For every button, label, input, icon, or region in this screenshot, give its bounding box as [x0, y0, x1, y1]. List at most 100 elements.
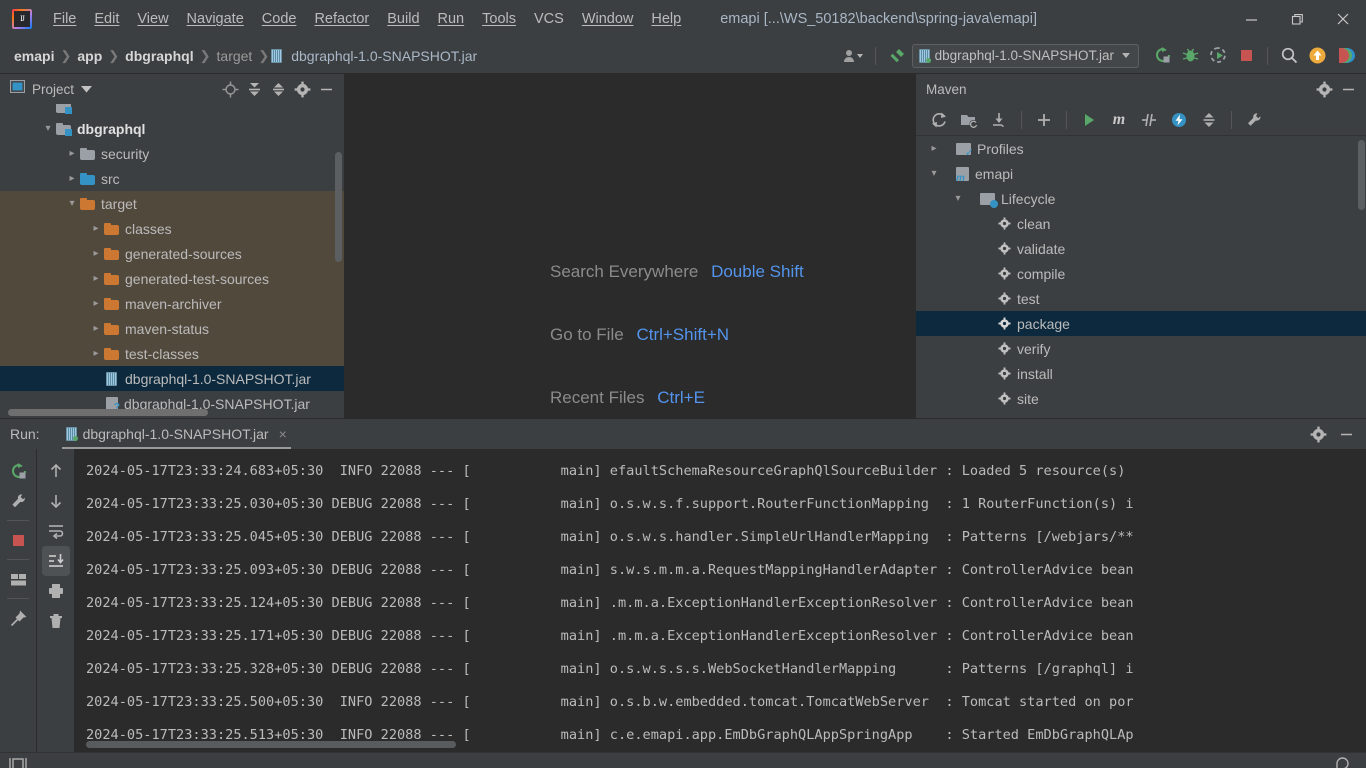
reload-projects-icon[interactable]: [926, 107, 952, 133]
chevron-down-icon[interactable]: ▾: [926, 168, 942, 179]
expand-all-icon[interactable]: [242, 77, 266, 101]
settings-gear-icon[interactable]: [290, 77, 314, 101]
maven-row-install[interactable]: install: [916, 361, 1366, 386]
maven-tree[interactable]: ▸ ✓ Profiles ▾ m emapi ▾ Lifecycle clean…: [916, 136, 1366, 418]
hammer-build-icon[interactable]: [884, 43, 910, 69]
scroll-up-icon[interactable]: [42, 456, 70, 486]
chevron-right-icon[interactable]: ▸: [64, 173, 80, 184]
menu-vcs[interactable]: VCS: [525, 0, 573, 38]
breadcrumb-dbgraphql[interactable]: dbgraphql: [121, 48, 197, 64]
chevron-down-icon[interactable]: [74, 77, 98, 101]
console-horizontal-scrollbar[interactable]: [86, 741, 456, 748]
breadcrumb-app[interactable]: app: [73, 48, 106, 64]
maven-row-profiles[interactable]: ▸ ✓ Profiles: [916, 136, 1366, 161]
collapse-all-icon[interactable]: [1196, 107, 1222, 133]
chevron-right-icon[interactable]: ▸: [88, 323, 104, 334]
tree-row-jar-selected[interactable]: dbgraphql-1.0-SNAPSHOT.jar: [0, 366, 344, 391]
settings-gear-icon[interactable]: [1312, 77, 1336, 101]
chevron-right-icon[interactable]: ▸: [88, 248, 104, 259]
chevron-right-icon[interactable]: ▸: [88, 223, 104, 234]
rerun-icon[interactable]: [1149, 43, 1175, 69]
tree-row-security[interactable]: ▸ security: [0, 141, 344, 166]
maven-row-compile[interactable]: compile: [916, 261, 1366, 286]
project-scrollbar[interactable]: [335, 152, 342, 262]
menu-navigate[interactable]: Navigate: [178, 0, 253, 38]
add-maven-projects-icon[interactable]: [956, 107, 982, 133]
editor-area[interactable]: Search Everywhere Double Shift Go to Fil…: [345, 74, 916, 418]
chevron-right-icon[interactable]: ▸: [88, 348, 104, 359]
clear-all-icon[interactable]: [42, 606, 70, 636]
toggle-offline-icon[interactable]: [1166, 107, 1192, 133]
edit-configuration-icon[interactable]: [4, 486, 32, 516]
hide-panel-icon[interactable]: [1336, 77, 1360, 101]
execute-maven-goal-icon[interactable]: m: [1106, 107, 1132, 133]
stop-icon[interactable]: [4, 525, 32, 555]
breadcrumb-jar[interactable]: dbgraphql-1.0-SNAPSHOT.jar: [287, 48, 481, 64]
close-button[interactable]: [1320, 0, 1366, 38]
menu-code[interactable]: Code: [253, 0, 306, 38]
menu-refactor[interactable]: Refactor: [305, 0, 378, 38]
user-avatar-icon[interactable]: [841, 43, 867, 69]
menu-window[interactable]: Window: [573, 0, 643, 38]
debug-bug-icon[interactable]: [1177, 43, 1203, 69]
chevron-down-icon[interactable]: ▾: [950, 193, 966, 204]
maven-row-site[interactable]: site: [916, 386, 1366, 411]
locate-target-icon[interactable]: [218, 77, 242, 101]
toggle-toolwindows-icon[interactable]: [8, 756, 28, 768]
menu-edit[interactable]: Edit: [85, 0, 128, 38]
soft-wrap-icon[interactable]: [42, 516, 70, 546]
tree-row-dbgraphql[interactable]: ▾ dbgraphql: [0, 116, 344, 141]
chevron-down-icon[interactable]: ▾: [64, 198, 80, 209]
hide-panel-icon[interactable]: [314, 77, 338, 101]
menu-run[interactable]: Run: [429, 0, 474, 38]
rerun-icon[interactable]: [4, 456, 32, 486]
run-tab[interactable]: dbgraphql-1.0-SNAPSHOT.jar ×: [61, 419, 291, 449]
menu-view[interactable]: View: [128, 0, 177, 38]
maven-row-validate[interactable]: validate: [916, 236, 1366, 261]
chevron-down-icon[interactable]: ▾: [40, 123, 56, 134]
menu-help[interactable]: Help: [642, 0, 690, 38]
maven-row-package[interactable]: package: [916, 311, 1366, 336]
chevron-right-icon[interactable]: ▸: [88, 273, 104, 284]
maven-row-test[interactable]: test: [916, 286, 1366, 311]
add-icon[interactable]: [1031, 107, 1057, 133]
update-available-icon[interactable]: [1304, 43, 1330, 69]
maven-scrollbar[interactable]: [1358, 140, 1365, 210]
tree-row-maven-status[interactable]: ▸ maven-status: [0, 316, 344, 341]
breadcrumb-target[interactable]: target: [213, 48, 257, 64]
chevron-right-icon[interactable]: ▸: [88, 298, 104, 309]
run-icon[interactable]: [1076, 107, 1102, 133]
scroll-to-end-icon[interactable]: [41, 546, 70, 576]
tree-row-target[interactable]: ▾ target: [0, 191, 344, 216]
tree-row-generated-test-sources[interactable]: ▸ generated-test-sources: [0, 266, 344, 291]
tree-row-generated-sources[interactable]: ▸ generated-sources: [0, 241, 344, 266]
pin-tab-icon[interactable]: [4, 603, 32, 633]
maven-settings-icon[interactable]: [1241, 107, 1267, 133]
chevron-right-icon[interactable]: ▸: [64, 148, 80, 159]
run-configuration-selector[interactable]: dbgraphql-1.0-SNAPSHOT.jar: [911, 43, 1139, 68]
print-icon[interactable]: [42, 576, 70, 606]
maven-row-lifecycle[interactable]: ▾ Lifecycle: [916, 186, 1366, 211]
settings-gear-icon[interactable]: [1306, 422, 1330, 446]
menu-tools[interactable]: Tools: [473, 0, 525, 38]
project-horizontal-scrollbar[interactable]: [8, 409, 208, 416]
tree-row-partial[interactable]: [0, 104, 344, 116]
project-tree[interactable]: ▾ dbgraphql ▸ security ▸ src ▾ target ▸ …: [0, 104, 344, 418]
maven-row-verify[interactable]: verify: [916, 336, 1366, 361]
menu-file[interactable]: File: [44, 0, 85, 38]
maximize-restore-button[interactable]: [1274, 0, 1320, 38]
tree-row-classes[interactable]: ▸ classes: [0, 216, 344, 241]
tree-row-test-classes[interactable]: ▸ test-classes: [0, 341, 344, 366]
hide-panel-icon[interactable]: [1334, 422, 1358, 446]
minimize-button[interactable]: [1228, 0, 1274, 38]
breadcrumb-emapi[interactable]: emapi: [10, 48, 58, 64]
toggle-skip-tests-icon[interactable]: [1136, 107, 1162, 133]
ide-rays-icon[interactable]: [1332, 43, 1358, 69]
close-icon[interactable]: ×: [279, 426, 287, 442]
scroll-down-icon[interactable]: [42, 486, 70, 516]
layout-settings-icon[interactable]: [4, 564, 32, 594]
collapse-all-icon[interactable]: [266, 77, 290, 101]
tree-row-maven-archiver[interactable]: ▸ maven-archiver: [0, 291, 344, 316]
stop-icon[interactable]: [1233, 43, 1259, 69]
download-sources-icon[interactable]: [986, 107, 1012, 133]
